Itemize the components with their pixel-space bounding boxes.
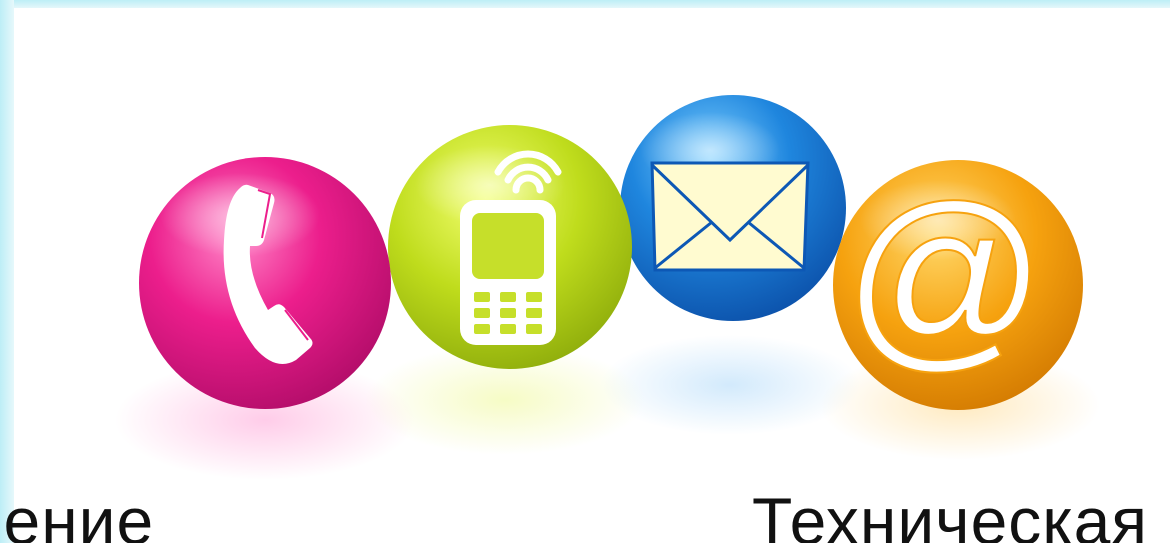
phone-handset-icon [139,157,391,409]
blue-reflection [600,335,860,435]
mobile-phone-icon [388,125,632,369]
email-envelope-icon [620,95,846,321]
caption-right: Техническая [752,484,1149,543]
caption-left: ление [0,484,155,543]
svg-text:@: @ [843,165,1046,388]
contact-icons-illustration: @ [115,95,1100,480]
at-sign-icon: @ [833,160,1083,410]
